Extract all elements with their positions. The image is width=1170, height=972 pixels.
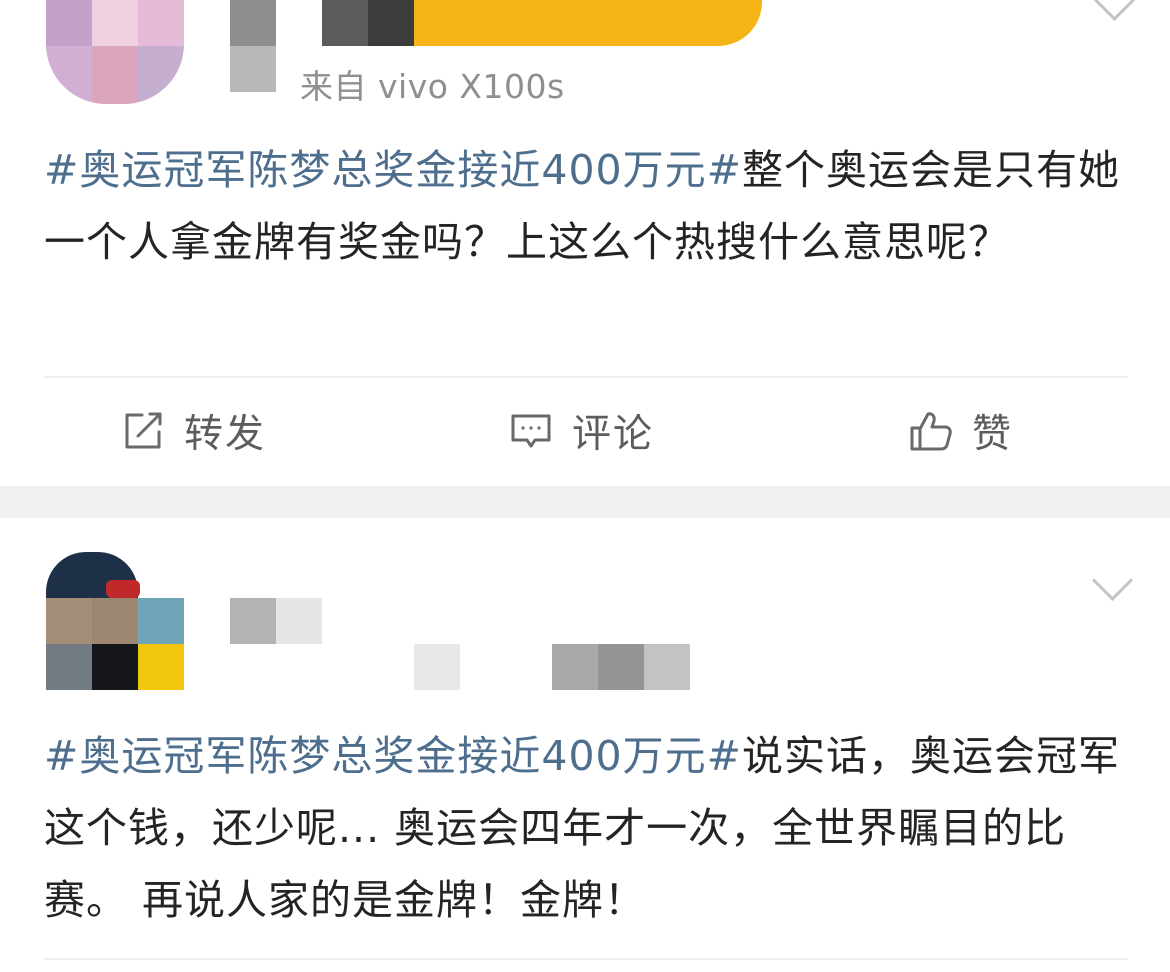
- meta-blurred-2: [552, 644, 598, 690]
- weibo-post-2: #奥运冠军陈梦总奖金接近400万元#说实话，奥运会冠军这个钱，还少呢... 奥运…: [0, 518, 1170, 972]
- meta-blurred-3: [598, 644, 644, 690]
- comment-label: 评论: [572, 412, 655, 457]
- divider: [44, 958, 1128, 960]
- hashtag-link[interactable]: #奥运冠军陈梦总奖金接近400万元#: [44, 732, 742, 780]
- post-source: 来自 vivo X100s: [300, 67, 565, 106]
- author-avatar[interactable]: [46, 0, 184, 104]
- weibo-post-1: 来自 vivo X100s #奥运冠军陈梦总奖金接近400万元#整个奥运会是只有…: [0, 0, 1170, 486]
- like-label: 赞: [972, 412, 1014, 457]
- username-blurred[interactable]: [230, 0, 276, 46]
- repost-icon: [120, 408, 166, 454]
- badge-blurred: [322, 0, 368, 46]
- chevron-down-icon[interactable]: [1093, 0, 1136, 22]
- username-blurred-2: [230, 46, 276, 92]
- comment-button[interactable]: 评论: [508, 396, 654, 466]
- comment-icon: [508, 408, 554, 454]
- post-text: #奥运冠军陈梦总奖金接近400万元#整个奥运会是只有她一个人拿金牌有奖金吗？上这…: [44, 134, 1134, 278]
- like-button[interactable]: 赞: [908, 396, 1013, 466]
- username-blurred[interactable]: [230, 598, 276, 644]
- hashtag-link[interactable]: #奥运冠军陈梦总奖金接近400万元#: [44, 146, 742, 194]
- author-avatar[interactable]: [46, 552, 184, 690]
- badge-blurred-2: [368, 0, 414, 46]
- meta-blurred: [414, 644, 460, 690]
- username-blurred-2: [276, 598, 322, 644]
- membership-badge: [414, 0, 762, 46]
- repost-label: 转发: [184, 412, 267, 457]
- post-separator: [0, 486, 1170, 518]
- post-text: #奥运冠军陈梦总奖金接近400万元#说实话，奥运会冠军这个钱，还少呢... 奥运…: [44, 720, 1134, 936]
- action-bar: 转发 评论 赞: [0, 396, 1170, 466]
- repost-button[interactable]: 转发: [120, 396, 266, 466]
- divider: [44, 376, 1128, 378]
- meta-blurred-4: [644, 644, 690, 690]
- chevron-down-icon[interactable]: [1091, 559, 1134, 602]
- thumbs-up-icon: [908, 408, 954, 454]
